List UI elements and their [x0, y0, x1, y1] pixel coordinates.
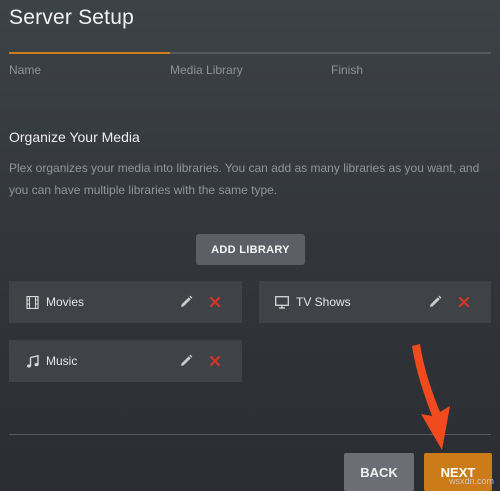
- edit-pencil-icon[interactable]: [427, 294, 442, 309]
- delete-x-icon[interactable]: [207, 294, 222, 309]
- library-card-movies: Movies: [9, 281, 242, 323]
- tv-icon: [275, 295, 289, 309]
- section-description: Plex organizes your media into libraries…: [9, 161, 480, 197]
- music-note-icon: [25, 354, 39, 368]
- delete-x-icon[interactable]: [456, 294, 471, 309]
- step-progress-fill: [9, 52, 170, 54]
- watermark: wsxdn.com: [448, 476, 494, 486]
- annotation-arrow-icon: [398, 342, 458, 459]
- library-label: Movies: [46, 295, 85, 309]
- delete-x-icon[interactable]: [207, 353, 222, 368]
- back-button[interactable]: BACK: [344, 453, 414, 491]
- add-library-button[interactable]: ADD LIBRARY: [196, 234, 305, 265]
- library-label: Music: [46, 354, 78, 368]
- edit-pencil-icon[interactable]: [178, 294, 193, 309]
- step-finish: Finish: [331, 63, 364, 77]
- page-title: Server Setup: [9, 6, 134, 29]
- library-label: TV Shows: [296, 295, 351, 309]
- edit-pencil-icon[interactable]: [178, 353, 193, 368]
- section-title: Organize Your Media: [9, 129, 140, 145]
- step-name: Name: [9, 63, 42, 77]
- library-card-music: Music: [9, 340, 242, 382]
- step-progress-bar: [9, 52, 491, 54]
- library-card-tv-shows: TV Shows: [259, 281, 491, 323]
- film-icon: [25, 295, 39, 309]
- step-media-library: Media Library: [170, 63, 243, 77]
